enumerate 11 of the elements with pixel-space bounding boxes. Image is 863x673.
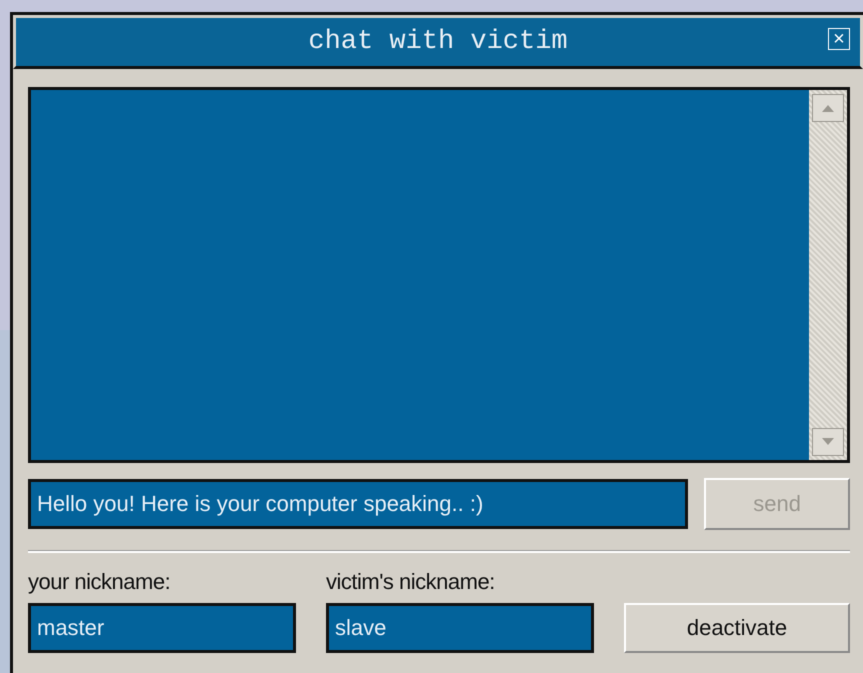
victim-nickname-input[interactable]: slave: [326, 603, 594, 653]
scroll-down-icon[interactable]: [812, 428, 844, 456]
scrollbar[interactable]: [809, 90, 847, 460]
message-input[interactable]: Hello you! Here is your computer speaking.. :): [28, 479, 688, 529]
deactivate-button[interactable]: deactivate: [624, 603, 850, 653]
scroll-up-icon[interactable]: [812, 94, 844, 122]
window-title: chat with victim: [308, 27, 568, 57]
close-button[interactable]: ×: [828, 28, 850, 50]
victim-nickname-label: victim's nickname:: [326, 569, 496, 595]
your-nickname-input[interactable]: master: [28, 603, 296, 653]
your-nickname-label: your nickname:: [28, 569, 172, 595]
